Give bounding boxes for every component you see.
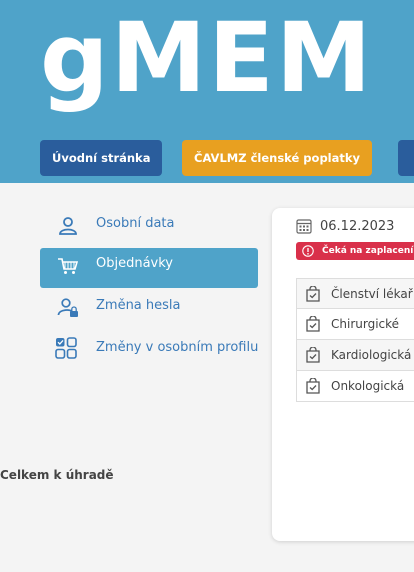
total-label: Celkem k úhradě <box>0 468 114 482</box>
tab-membership-fees[interactable]: ČAVLMZ členské poplatky <box>182 140 373 176</box>
alert-icon <box>302 245 314 257</box>
user-icon <box>56 216 80 236</box>
item-label: Kardiologická <box>331 348 412 362</box>
sidebar-item-change-password[interactable]: Změna hesla <box>40 290 258 332</box>
item-label: Chirurgické <box>331 317 400 331</box>
calendar-icon <box>296 218 312 234</box>
item-label: Členství lékař <box>331 286 413 301</box>
item-label: Onkologická <box>331 379 405 393</box>
logo[interactable]: gMEM <box>40 0 373 122</box>
order-card: 06.12.2023 Čeká na zaplacení Členství lé… <box>272 208 414 541</box>
top-nav: Úvodní stránka ČAVLMZ členské poplatky <box>0 140 414 176</box>
sidebar-item-label: Objednávky <box>96 256 174 271</box>
order-date-row: 06.12.2023 <box>296 218 394 234</box>
sidebar: Osobní data Objednávky Změna hesla Změny… <box>40 208 258 359</box>
list-item[interactable]: Chirurgické <box>296 309 414 340</box>
order-items: Členství lékař Chirurgické Kardiologická… <box>296 278 414 402</box>
status-text: Čeká na zaplacení <box>322 246 414 256</box>
list-item[interactable]: Členství lékař <box>296 278 414 309</box>
user-lock-icon <box>56 298 80 318</box>
cart-icon <box>56 256 80 276</box>
tab-more[interactable] <box>398 140 414 176</box>
sidebar-item-label: Změna hesla <box>96 298 181 313</box>
bag-check-icon <box>305 346 321 363</box>
sidebar-item-label: Změny v osobním profilu <box>96 340 259 355</box>
bag-check-icon <box>305 284 321 302</box>
bag-check-icon <box>305 315 321 332</box>
list-item[interactable]: Onkologická <box>296 371 414 402</box>
sidebar-item-label: Osobní data <box>96 216 175 231</box>
sidebar-item-profile-changes[interactable]: Změny v osobním profilu <box>0 332 258 359</box>
sidebar-item-orders[interactable]: Objednávky <box>40 248 258 288</box>
tab-home[interactable]: Úvodní stránka <box>40 140 163 176</box>
grid-squares-icon <box>54 337 78 359</box>
bag-check-icon <box>305 377 321 394</box>
sidebar-item-personal-data[interactable]: Osobní data <box>40 208 258 246</box>
status-badge: Čeká na zaplacení <box>296 242 414 260</box>
list-item[interactable]: Kardiologická <box>296 340 414 371</box>
order-date: 06.12.2023 <box>320 218 395 234</box>
header: gMEM Úvodní stránka ČAVLMZ členské popla… <box>0 0 414 183</box>
